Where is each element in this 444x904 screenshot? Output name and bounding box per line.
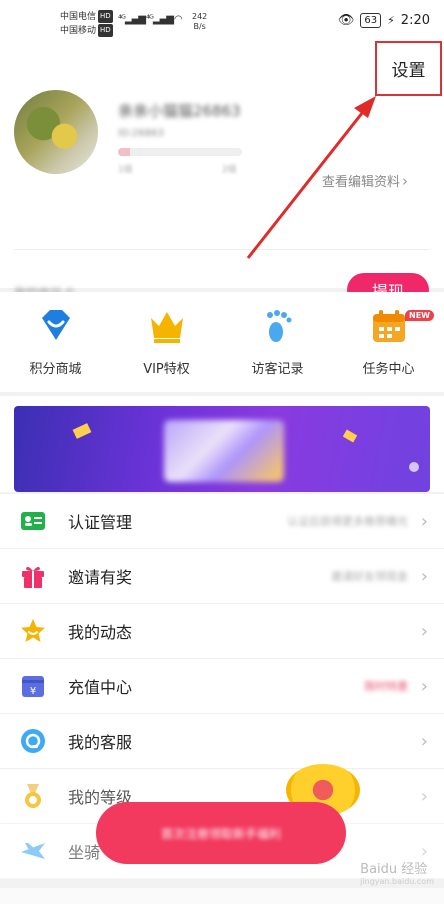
menu-item-title: 认证管理	[68, 513, 133, 532]
quick-action-label: 积分商城	[29, 362, 82, 377]
speed-unit: B/s	[193, 22, 206, 31]
confetti-decoration	[72, 423, 92, 439]
chevron-right-icon: ›	[420, 785, 428, 807]
chevron-right-icon: ›	[420, 565, 428, 587]
medal-icon	[25, 784, 41, 808]
level-progress-fill	[118, 148, 131, 156]
signal-icon: ⁴ᴳ▂▄▆	[146, 14, 174, 25]
signup-bonus-text: 首次注册领取新手福利	[160, 826, 281, 841]
menu-item-title: 坐骑	[68, 843, 101, 862]
airplane-icon	[21, 843, 45, 859]
edit-profile-link[interactable]: 查看编辑资料 ›	[322, 171, 408, 190]
menu-item-title: 我的客服	[68, 733, 133, 752]
divider	[14, 249, 430, 250]
hd-badge: HD	[98, 10, 113, 23]
chevron-right-icon: ›	[420, 620, 428, 642]
status-right: 👁 63 ⚡ 2:20	[338, 13, 430, 28]
chevron-right-icon: ›	[420, 730, 428, 752]
points-mall-icon	[41, 310, 70, 340]
level-progress-bar	[118, 148, 242, 156]
footprints-icon	[266, 310, 291, 342]
chevron-right-icon: ›	[420, 510, 428, 532]
menu-item-title: 我的动态	[68, 623, 133, 642]
quick-action-points-mall[interactable]: 积分商城	[0, 292, 111, 392]
star-icon	[21, 619, 45, 642]
menu-item-value: 认证后获得更多推荐曝光	[287, 515, 408, 528]
menu-item-verification[interactable]: 认证管理 认证后获得更多推荐曝光 ›	[0, 494, 444, 549]
promo-banner[interactable]	[14, 406, 430, 492]
menu-item-my-posts[interactable]: 我的动态 ›	[0, 604, 444, 659]
quick-action-visitors[interactable]: 访客记录	[222, 292, 333, 392]
nickname: 亲亲小猫猫26863	[118, 102, 241, 120]
menu-item-invite[interactable]: 邀请有奖 邀请好友领现金 ›	[0, 549, 444, 604]
status-bar: 中国电信 HD 中国移动 HD ⁴ᴳ▂▄▆ ⁴ᴳ▂▄▆ ◠ 242 B/s 👁 63…	[0, 0, 444, 44]
quick-action-label: 访客记录	[251, 362, 304, 377]
settings-button[interactable]: 设置	[375, 41, 442, 96]
edit-profile-label: 查看编辑资料	[322, 175, 401, 190]
bottom-strip	[0, 888, 444, 904]
menu-item-value: 限时特惠	[364, 680, 408, 693]
menu-item-title: 充值中心	[68, 678, 133, 697]
banner-section	[0, 396, 444, 492]
quick-action-label: VIP特权	[143, 362, 190, 377]
menu-item-title: 邀请有奖	[68, 568, 133, 587]
clock: 2:20	[400, 13, 430, 28]
user-id: ID:26863	[118, 128, 164, 139]
menu-item-value: 邀请好友领现金	[331, 570, 408, 583]
carrier-info: 中国电信 HD 中国移动 HD	[60, 10, 113, 38]
level-current: 1级	[118, 165, 133, 175]
wifi-icon: ◠	[174, 14, 183, 25]
signal-icon: ⁴ᴳ▂▄▆	[118, 14, 146, 25]
watermark-text: Baidu 经验	[360, 862, 428, 877]
crown-icon	[150, 312, 183, 343]
carrier-1: 中国电信	[60, 12, 97, 22]
chevron-right-icon: ›	[420, 675, 428, 697]
customer-service-icon	[21, 729, 45, 753]
level-next: 2级	[222, 165, 237, 175]
signup-bonus-button[interactable]: 首次注册领取新手福利	[96, 802, 346, 864]
quick-action-tasks[interactable]: NEW 任务中心	[333, 292, 444, 392]
quick-action-label: 任务中心	[362, 362, 415, 377]
charging-icon: ⚡	[387, 14, 395, 27]
wallet-icon: ¥	[22, 676, 44, 697]
new-badge: NEW	[405, 310, 434, 321]
calendar-icon	[372, 310, 405, 342]
watermark: Baidu 经验 jingyan.baidu.com	[360, 858, 434, 886]
battery-level: 63	[360, 13, 382, 28]
carrier-2: 中国移动	[60, 26, 97, 36]
menu-item-recharge[interactable]: ¥ 充值中心 限时特惠 ›	[0, 659, 444, 714]
watermark-url: jingyan.baidu.com	[360, 877, 434, 886]
confetti-decoration	[342, 429, 358, 443]
svg-text:¥: ¥	[30, 686, 36, 697]
quick-actions: 积分商城 VIP特权 访客记录 NEW 任务中心	[0, 292, 444, 392]
speed-value: 242	[192, 12, 208, 21]
confetti-decoration	[409, 462, 419, 472]
avatar[interactable]	[14, 90, 98, 174]
eye-icon: 👁	[337, 13, 355, 28]
id-card-icon	[21, 512, 45, 530]
chevron-right-icon: ›	[402, 172, 409, 190]
banner-artwork	[164, 420, 284, 482]
hd-badge: HD	[98, 24, 113, 37]
network-speed: 242 B/s	[192, 12, 207, 32]
menu-item-customer-service[interactable]: 我的客服 ›	[0, 714, 444, 769]
gift-icon	[22, 566, 44, 588]
quick-action-vip[interactable]: VIP特权	[111, 292, 222, 392]
